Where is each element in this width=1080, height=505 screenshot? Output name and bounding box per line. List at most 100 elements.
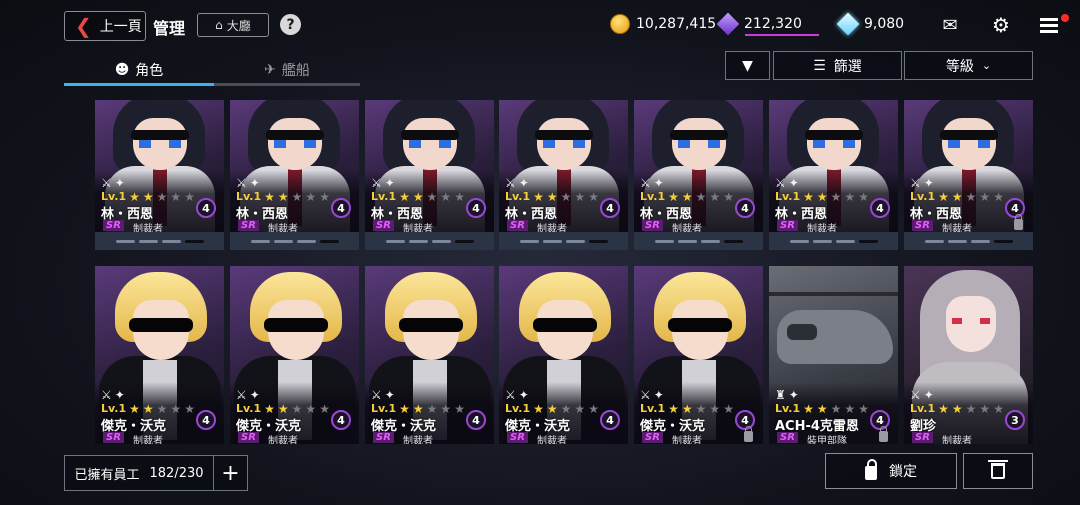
star-icon: ★: [277, 189, 289, 204]
class-icons: ⚔ ✦: [101, 388, 125, 402]
rarity-badge: SR: [103, 220, 124, 231]
star-icon: ★: [156, 401, 168, 416]
class-icons: ⚔ ✦: [910, 388, 934, 402]
gear-icon[interactable]: ⚙: [989, 13, 1013, 37]
card-footer: [365, 232, 494, 250]
crossed-swords-icon: ⚔: [101, 176, 112, 190]
star-icon: ★: [440, 401, 452, 416]
star-icon: ★: [816, 189, 828, 204]
character-card[interactable]: ⚔ ✦ Lv.1 ★ ★ ★ ★ ★ 傑克・沃克 4 SR 制裁者: [634, 266, 763, 444]
emblem-icon: ✦: [653, 388, 664, 402]
character-icon: ☻: [114, 62, 130, 78]
star-icon: ★: [291, 401, 303, 416]
lock-button[interactable]: 鎖定: [825, 453, 957, 489]
character-card[interactable]: ⚔ ✦ Lv.1 ★ ★ ★ ★ ★ 林・西恩 4 SR 制裁者: [769, 100, 898, 250]
help-button[interactable]: ?: [280, 14, 301, 35]
crossed-swords-icon: ⚔: [910, 176, 921, 190]
mail-icon[interactable]: ✉: [938, 13, 962, 37]
expand-slots-button[interactable]: +: [213, 455, 248, 491]
star-icon: ★: [668, 401, 679, 416]
tab-active-indicator: [64, 83, 214, 86]
lock-icon: [1014, 214, 1023, 230]
level-label: Lv.1: [910, 402, 936, 415]
character-card[interactable]: ⚔ ✦ Lv.1 ★ ★ ★ ★ ★ 林・西恩 4 SR 制裁者: [904, 100, 1033, 250]
star-icon: ★: [399, 189, 410, 204]
rarity-badge: SR: [373, 220, 394, 231]
star-icon: ★: [938, 189, 949, 204]
crossed-swords-icon: ⚔: [910, 388, 921, 402]
sort-label: 等級: [945, 58, 974, 75]
star-icon: ★: [546, 189, 558, 204]
lobby-button[interactable]: ⌂ 大廳: [197, 13, 269, 37]
star-icon: ★: [533, 401, 544, 416]
character-card[interactable]: ⚔ ✦ Lv.1 ★ ★ ★ ★ ★ 傑克・沃克 4 SR 制裁者: [95, 266, 224, 444]
level-label: Lv.1: [910, 190, 936, 203]
duplicate-count-badge: 4: [466, 410, 486, 430]
rarity-badge: SR: [642, 432, 663, 443]
character-card[interactable]: ⚔ ✦ Lv.1 ★ ★ ★ ★ ★ 傑克・沃克 4 SR 制裁者: [365, 266, 494, 444]
level-label: Lv.1: [775, 402, 801, 415]
star-icon: ★: [277, 401, 289, 416]
star-icon: ★: [533, 189, 544, 204]
character-card[interactable]: ⚔ ✦ Lv.1 ★ ★ ★ ★ ★ 劉珍 3 SR 制裁者: [904, 266, 1033, 444]
star-icon: ★: [426, 189, 438, 204]
gold-amount: 10,287,415: [636, 16, 717, 32]
star-icon: ★: [803, 189, 814, 204]
tab-characters[interactable]: ☻ 角色: [64, 55, 214, 85]
character-card[interactable]: ⚔ ✦ Lv.1 ★ ★ ★ ★ ★ 林・西恩 4 SR 制裁者: [230, 100, 359, 250]
role-label: 裝甲部隊: [807, 436, 847, 444]
class-icons: ⚔ ✦: [371, 388, 395, 402]
menu-icon[interactable]: [1037, 13, 1061, 37]
class-icons: ⚔ ✦: [236, 176, 260, 190]
character-card[interactable]: ⚔ ✦ Lv.1 ★ ★ ★ ★ ★ 林・西恩 4 SR 制裁者: [365, 100, 494, 250]
rarity-badge: SR: [373, 432, 394, 443]
star-icon: ★: [142, 401, 154, 416]
rarity-badge: SR: [777, 432, 798, 443]
star-icon: ★: [993, 401, 1004, 416]
emblem-icon: ✦: [249, 176, 260, 190]
emblem-icon: ✦: [384, 388, 395, 402]
gem-amount: 212,320: [744, 16, 802, 32]
rarity-badge: SR: [507, 220, 528, 231]
star-icon: ★: [993, 189, 1004, 204]
class-icons: ⚔ ✦: [101, 176, 125, 190]
class-icons: ⚔ ✦: [640, 388, 664, 402]
rarity-badge: SR: [507, 432, 528, 443]
star-icon: ★: [412, 401, 424, 416]
character-card[interactable]: ⚔ ✦ Lv.1 ★ ★ ★ ★ ★ 傑克・沃克 4 SR 制裁者: [499, 266, 628, 444]
filter-button[interactable]: ☰ 篩選: [773, 51, 902, 80]
rarity-badge: SR: [777, 220, 798, 231]
gem-currency[interactable]: 212,320: [716, 12, 802, 36]
level-label: Lv.1: [101, 402, 127, 415]
tab-ships[interactable]: ✈ 艦船: [214, 55, 360, 85]
star-icon: ★: [681, 401, 693, 416]
star-icon: ★: [951, 189, 963, 204]
triangle-down-icon: ▼: [742, 57, 753, 74]
level-label: Lv.1: [236, 402, 262, 415]
character-card[interactable]: ⚔ ✦ Lv.1 ★ ★ ★ ★ ★ 林・西恩 4 SR 制裁者: [634, 100, 763, 250]
star-icon: ★: [170, 189, 182, 204]
sort-direction-button[interactable]: ▼: [725, 51, 770, 80]
duplicate-count-badge: 4: [331, 198, 351, 218]
class-icons: ⚔ ✦: [236, 388, 260, 402]
lock-label: 鎖定: [889, 464, 917, 480]
duplicate-count-badge: 4: [196, 198, 216, 218]
character-card[interactable]: ⚔ ✦ Lv.1 ★ ★ ★ ★ ★ 林・西恩 4 SR 制裁者: [95, 100, 224, 250]
crystal-currency[interactable]: 9,080: [836, 12, 904, 36]
sort-select[interactable]: 等級 ⌄: [904, 51, 1033, 80]
role-label: 制裁者: [133, 436, 163, 444]
star-icon: ★: [830, 401, 842, 416]
duplicate-count-badge: 4: [870, 198, 890, 218]
delete-button[interactable]: [963, 453, 1033, 489]
star-icon: ★: [681, 189, 693, 204]
tank-icon: ♜: [775, 388, 786, 402]
character-card[interactable]: ⚔ ✦ Lv.1 ★ ★ ★ ★ ★ 林・西恩 4 SR 制裁者: [499, 100, 628, 250]
back-button[interactable]: ❮ 上一頁: [64, 11, 146, 41]
crossed-swords-icon: ⚔: [505, 388, 516, 402]
character-card[interactable]: ♜ ✦ Lv.1 ★ ★ ★ ★ ★ ACH-4克雷恩 4 SR 裝甲部隊: [769, 266, 898, 444]
class-icons: ⚔ ✦: [910, 176, 934, 190]
star-icon: ★: [951, 401, 963, 416]
star-icon: ★: [546, 401, 558, 416]
character-card[interactable]: ⚔ ✦ Lv.1 ★ ★ ★ ★ ★ 傑克・沃克 4 SR 制裁者: [230, 266, 359, 444]
star-icon: ★: [830, 189, 842, 204]
